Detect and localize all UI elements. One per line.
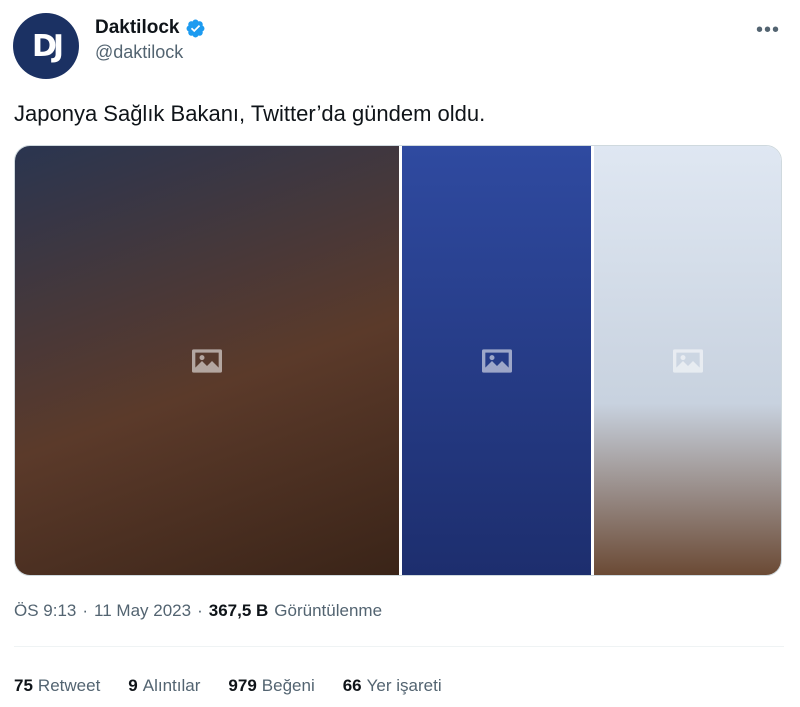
- more-options-icon[interactable]: •••: [756, 19, 780, 42]
- author-handle[interactable]: @daktilock: [95, 42, 206, 63]
- divider: [14, 646, 784, 647]
- retweets-label: Retweet: [37, 676, 101, 695]
- image-icon: [672, 348, 703, 373]
- tweet-date[interactable]: 11 May 2023: [94, 601, 191, 621]
- avatar[interactable]: DJ: [13, 13, 79, 79]
- engagement-stats: 75 Retweet 9 Alıntılar 979 Beğeni 66 Yer…: [14, 676, 442, 696]
- image-placeholder: [402, 146, 591, 575]
- tweet-header: DJ Daktilock @daktilock •••: [13, 13, 784, 79]
- tweet-text: Japonya Sağlık Bakanı, Twitter’da gündem…: [14, 101, 486, 126]
- retweets-stat[interactable]: 75 Retweet: [14, 676, 100, 696]
- meta-separator: ·: [197, 601, 203, 620]
- quotes-stat[interactable]: 9 Alıntılar: [128, 676, 200, 696]
- tweet-time[interactable]: ÖS 9:13: [14, 601, 76, 621]
- likes-stat[interactable]: 979 Beğeni: [228, 676, 314, 696]
- bookmarks-label: Yer işareti: [366, 676, 442, 695]
- tweet-meta: ÖS 9:13 · 11 May 2023 · 367,5 B Görüntül…: [14, 601, 382, 621]
- verified-badge-icon: [187, 19, 205, 37]
- tweet-photo-1[interactable]: [15, 146, 399, 575]
- tweet-media-grid: [14, 145, 782, 576]
- tweet-photo-2[interactable]: [402, 146, 591, 575]
- likes-label: Beğeni: [261, 676, 315, 695]
- tweet-photo-3[interactable]: [594, 146, 781, 575]
- quotes-label: Alıntılar: [142, 676, 201, 695]
- views-count: 367,5 B: [208, 601, 269, 620]
- image-icon: [481, 348, 512, 373]
- image-placeholder: [15, 146, 399, 575]
- retweets-count: 75: [14, 676, 33, 695]
- image-placeholder: [594, 146, 781, 575]
- bookmarks-count: 66: [342, 676, 362, 695]
- display-name-row: Daktilock: [95, 17, 206, 39]
- quotes-count: 9: [128, 676, 138, 695]
- bookmarks-stat[interactable]: 66 Yer işareti: [343, 676, 442, 696]
- author-names: Daktilock @daktilock: [95, 17, 206, 63]
- likes-count: 979: [228, 676, 257, 695]
- views-label: Görüntülenme: [274, 601, 383, 620]
- display-name[interactable]: Daktilock: [95, 17, 179, 39]
- image-icon: [192, 348, 222, 373]
- meta-separator: ·: [82, 601, 89, 620]
